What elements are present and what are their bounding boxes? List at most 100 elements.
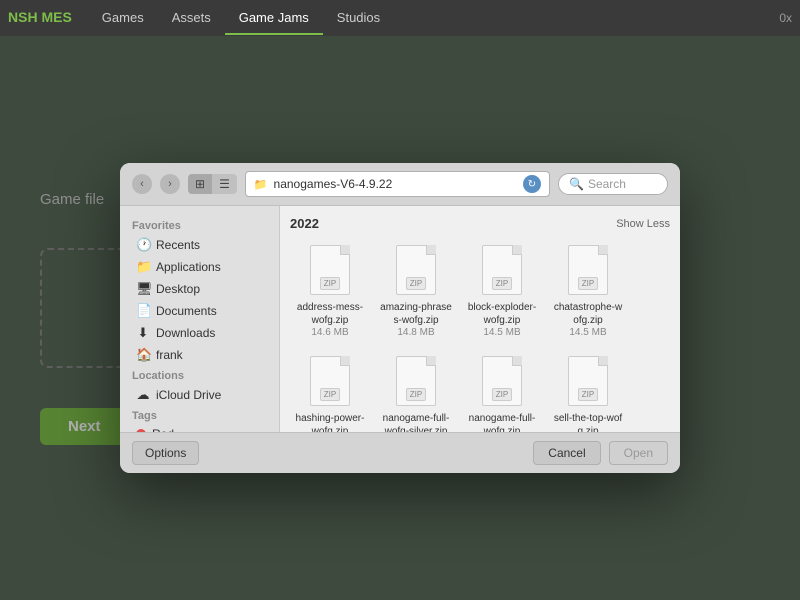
sidebar-item-recents[interactable]: 🕐 Recents — [124, 234, 275, 256]
file-name: address-mess-wofg.zip — [294, 301, 366, 327]
file-name: nanogame-full-wofg.zip — [466, 412, 538, 432]
applications-icon: 📁 — [136, 259, 150, 275]
zip-badge: ZIP — [406, 388, 426, 401]
sidebar-label-icloud: iCloud Drive — [156, 388, 221, 402]
file-item[interactable]: ZIP sell-the-top-wofg.zip 14.6 MB — [548, 350, 628, 432]
folder-icon: 📁 — [254, 178, 268, 191]
search-field[interactable]: 🔍 Search — [558, 173, 668, 195]
open-button[interactable]: Open — [609, 441, 668, 465]
file-icon-fold — [340, 356, 350, 366]
file-name: block-exploder-wofg.zip — [466, 301, 538, 327]
year-header: 2022 Show Less — [290, 216, 670, 231]
sidebar-label-downloads: Downloads — [156, 326, 215, 340]
sidebar-item-documents[interactable]: 📄 Documents — [124, 300, 275, 322]
file-name: hashing-power-wofg.zip — [294, 412, 366, 432]
zip-badge: ZIP — [578, 277, 598, 290]
nav-items: Games Assets Game Jams Studios — [88, 2, 394, 35]
dialog-toolbar: ‹ › ⊞ ☰ 📁 nanogames-V6-4.9.22 ↻ 🔍 Search — [120, 163, 680, 206]
locations-title: Locations — [120, 366, 279, 384]
files-grid: ZIP address-mess-wofg.zip 14.6 MB ZIP am… — [290, 239, 670, 432]
file-icon-container: ZIP — [480, 356, 524, 408]
file-icon-container: ZIP — [308, 245, 352, 297]
file-icon-fold — [426, 245, 436, 255]
file-area: 2022 Show Less ZIP address-mess-wofg.zip… — [280, 206, 680, 432]
cancel-button[interactable]: Cancel — [533, 441, 600, 465]
show-less-button[interactable]: Show Less — [616, 218, 670, 230]
sidebar-item-downloads[interactable]: ⬇ Downloads — [124, 322, 275, 344]
sidebar-label-documents: Documents — [156, 304, 217, 318]
file-icon-fold — [512, 356, 522, 366]
sidebar-item-desktop[interactable]: 🖥 Desktop — [124, 278, 275, 300]
file-item[interactable]: ZIP address-mess-wofg.zip 14.6 MB — [290, 239, 370, 344]
sidebar-item-applications[interactable]: 📁 Applications — [124, 256, 275, 278]
file-item[interactable]: ZIP amazing-phrases-wofg.zip 14.8 MB — [376, 239, 456, 344]
file-name: chatastrophe-wofg.zip — [552, 301, 624, 327]
sidebar-label-applications: Applications — [156, 260, 221, 274]
file-icon-container: ZIP — [566, 245, 610, 297]
nav-item-studios[interactable]: Studios — [323, 2, 394, 35]
file-icon-fold — [598, 356, 608, 366]
file-size: 14.5 MB — [569, 327, 606, 338]
sidebar-label-recents: Recents — [156, 238, 200, 252]
back-button[interactable]: ‹ — [132, 174, 152, 194]
zip-badge: ZIP — [578, 388, 598, 401]
main-content: Game file ↑ ↓ Next or press En ‹ › ⊞ ☰ 📁… — [0, 36, 800, 600]
zip-badge: ZIP — [320, 277, 340, 290]
logo: NSH MES — [8, 10, 72, 25]
zip-badge: ZIP — [492, 277, 512, 290]
file-item[interactable]: ZIP hashing-power-wofg.zip 14.7 MB — [290, 350, 370, 432]
file-item[interactable]: ZIP chatastrophe-wofg.zip 14.5 MB — [548, 239, 628, 344]
nav-right: 0x — [779, 11, 792, 25]
sidebar-label-frank: frank — [156, 348, 183, 362]
frank-icon: 🏠 — [136, 347, 150, 363]
zip-badge: ZIP — [492, 388, 512, 401]
sidebar: Favorites 🕐 Recents 📁 Applications 🖥 Des… — [120, 206, 280, 432]
documents-icon: 📄 — [136, 303, 150, 319]
sidebar-tag-red[interactable]: Red — [124, 424, 275, 432]
year-label: 2022 — [290, 216, 319, 231]
search-placeholder: Search — [588, 177, 626, 191]
search-icon: 🔍 — [569, 177, 584, 191]
file-icon-fold — [426, 356, 436, 366]
file-dialog: ‹ › ⊞ ☰ 📁 nanogames-V6-4.9.22 ↻ 🔍 Search — [120, 163, 680, 473]
file-name: nanogame-full-wofg-silver.zip — [380, 412, 452, 432]
file-icon-container: ZIP — [394, 356, 438, 408]
grid-view-button[interactable]: ⊞ — [188, 174, 212, 194]
file-item[interactable]: ZIP block-exploder-wofg.zip 14.5 MB — [462, 239, 542, 344]
file-name: amazing-phrases-wofg.zip — [380, 301, 452, 327]
nav-item-games[interactable]: Games — [88, 2, 158, 35]
forward-button[interactable]: › — [160, 174, 180, 194]
sidebar-item-icloud[interactable]: ☁ iCloud Drive — [124, 384, 275, 406]
sidebar-item-frank[interactable]: 🏠 frank — [124, 344, 275, 366]
file-icon-container: ZIP — [308, 356, 352, 408]
nav-item-game-jams[interactable]: Game Jams — [225, 2, 323, 35]
view-toggle: ⊞ ☰ — [188, 174, 237, 194]
recents-icon: 🕐 — [136, 237, 150, 253]
file-item[interactable]: ZIP nanogame-full-wofg.zip 18.5 MB — [462, 350, 542, 432]
nav-bar: NSH MES Games Assets Game Jams Studios 0… — [0, 0, 800, 36]
list-view-button[interactable]: ☰ — [212, 174, 237, 194]
file-size: 14.6 MB — [311, 327, 348, 338]
dialog-overlay: ‹ › ⊞ ☰ 📁 nanogames-V6-4.9.22 ↻ 🔍 Search — [0, 36, 800, 600]
file-icon-fold — [512, 245, 522, 255]
file-icon-fold — [340, 245, 350, 255]
file-item[interactable]: ZIP nanogame-full-wofg-silver.zip 18.5 M… — [376, 350, 456, 432]
path-field: 📁 nanogames-V6-4.9.22 ↻ — [245, 171, 550, 197]
dialog-body: Favorites 🕐 Recents 📁 Applications 🖥 Des… — [120, 206, 680, 432]
refresh-button[interactable]: ↻ — [523, 175, 541, 193]
zip-badge: ZIP — [406, 277, 426, 290]
desktop-icon: 🖥 — [136, 281, 150, 297]
file-icon-container: ZIP — [394, 245, 438, 297]
favorites-title: Favorites — [120, 216, 279, 234]
nav-item-assets[interactable]: Assets — [158, 2, 225, 35]
path-text: nanogames-V6-4.9.22 — [274, 177, 393, 191]
icloud-icon: ☁ — [136, 387, 150, 403]
zip-badge: ZIP — [320, 388, 340, 401]
options-button[interactable]: Options — [132, 441, 199, 465]
file-icon-container: ZIP — [480, 245, 524, 297]
file-size: 14.5 MB — [483, 327, 520, 338]
file-icon-fold — [598, 245, 608, 255]
downloads-icon: ⬇ — [136, 325, 150, 341]
sidebar-label-desktop: Desktop — [156, 282, 200, 296]
file-icon-container: ZIP — [566, 356, 610, 408]
